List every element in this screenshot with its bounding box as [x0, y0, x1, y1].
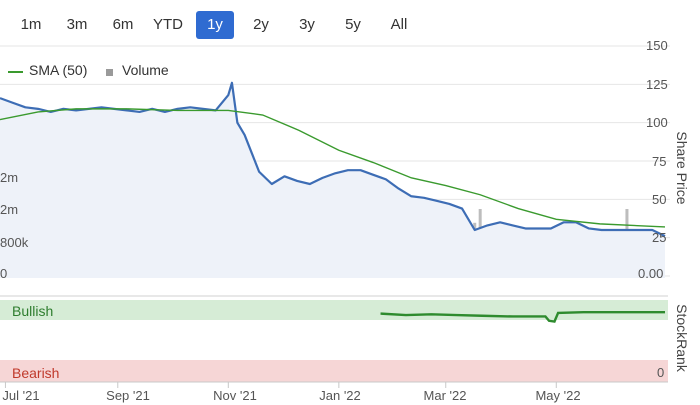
price-tick-100: 100	[646, 115, 668, 130]
x-tick-sep-21: Sep '21	[106, 388, 150, 403]
x-tick-jan-22: Jan '22	[319, 388, 361, 403]
x-tick-nov-21: Nov '21	[213, 388, 257, 403]
volume-tick-zero: 0.00	[638, 266, 664, 281]
price-tick-50: 50	[652, 192, 667, 207]
bearish-band	[0, 360, 668, 382]
price-axis-title: Share Price	[674, 131, 690, 205]
stockrank-axis-title: StockRank	[674, 304, 690, 372]
volume-tick-2m-a: 2m	[0, 170, 19, 185]
volume-tick-0: 0	[0, 266, 8, 281]
volume-tick-2m-b: 2m	[0, 202, 19, 217]
price-tick-125: 125	[646, 77, 668, 92]
bearish-label: Bearish	[12, 365, 60, 381]
x-tick-may-22: May '22	[535, 388, 581, 403]
x-tick-jul-21: Jul '21	[2, 388, 40, 403]
price-chart[interactable]	[0, 0, 700, 405]
price-tick-75: 75	[652, 154, 667, 169]
bullish-band	[0, 300, 668, 320]
volume-tick-800k: 800k	[0, 235, 29, 250]
price-area	[0, 82, 665, 278]
price-tick-150: 150	[646, 38, 668, 53]
price-tick-25: 25	[652, 230, 667, 245]
rank-tick-zero: 0	[657, 365, 665, 380]
x-tick-mar-22: Mar '22	[423, 388, 467, 403]
bullish-label: Bullish	[12, 303, 54, 319]
